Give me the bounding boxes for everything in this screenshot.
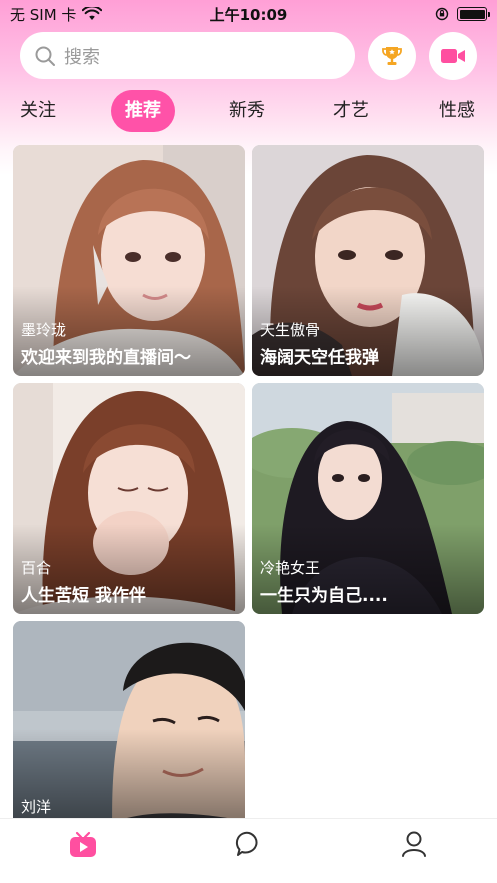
streamer-card[interactable]: 百合 人生苦短 我作伴	[13, 383, 245, 614]
video-camera-icon	[441, 49, 465, 63]
streamer-name: 墨玲珑	[21, 321, 67, 339]
status-right	[435, 7, 490, 21]
battery-fill	[459, 9, 485, 19]
streamer-caption: 欢迎来到我的直播间～	[21, 348, 191, 368]
streamer-card[interactable]: 冷艳女王 一生只为自己....	[252, 383, 484, 614]
streamer-card[interactable]: 刘洋	[13, 621, 245, 819]
app-root: 无 SIM 卡 上午10:09 搜索 关注 推荐 新秀 才艺 性感 墨玲珑 欢迎…	[0, 0, 497, 883]
wifi-icon	[82, 7, 103, 20]
streamer-name: 天生傲骨	[260, 321, 321, 339]
streamer-name: 刘洋	[21, 798, 52, 816]
streamer-name: 冷艳女王	[260, 559, 321, 577]
streamer-name: 百合	[21, 559, 52, 577]
search-icon	[35, 46, 55, 66]
live-tv-icon[interactable]	[68, 829, 98, 859]
profile-icon[interactable]	[399, 829, 429, 859]
streamer-caption: 人生苦短 我作伴	[21, 586, 146, 606]
orientation-lock-icon	[435, 7, 449, 21]
tab-talent[interactable]: 才艺	[333, 90, 369, 132]
tab-sexy[interactable]: 性感	[439, 90, 475, 132]
streamer-caption: 一生只为自己....	[260, 586, 388, 606]
search-placeholder: 搜索	[64, 46, 100, 68]
category-tabs: 关注 推荐 新秀 才艺 性感	[0, 90, 497, 132]
header: 搜索	[0, 32, 497, 80]
bottom-tab-bar	[0, 818, 497, 883]
tab-new-star[interactable]: 新秀	[229, 90, 265, 132]
streamer-card[interactable]: 天生傲骨 海阔天空任我弹	[252, 145, 484, 376]
trophy-button[interactable]	[368, 32, 416, 80]
streamer-card[interactable]: 墨玲珑 欢迎来到我的直播间～	[13, 145, 245, 376]
battery-icon	[457, 7, 490, 21]
carrier-label: 无 SIM 卡	[10, 5, 77, 24]
status-left: 无 SIM 卡	[10, 4, 103, 25]
status-bar: 无 SIM 卡 上午10:09	[0, 0, 497, 28]
video-button[interactable]	[429, 32, 477, 80]
tab-recommend[interactable]: 推荐	[111, 90, 175, 132]
chat-bubble-icon[interactable]	[234, 829, 264, 859]
search-input[interactable]: 搜索	[20, 32, 355, 79]
streamer-caption: 海阔天空任我弹	[260, 348, 379, 368]
trophy-icon	[382, 47, 402, 65]
tab-follow[interactable]: 关注	[20, 90, 56, 132]
